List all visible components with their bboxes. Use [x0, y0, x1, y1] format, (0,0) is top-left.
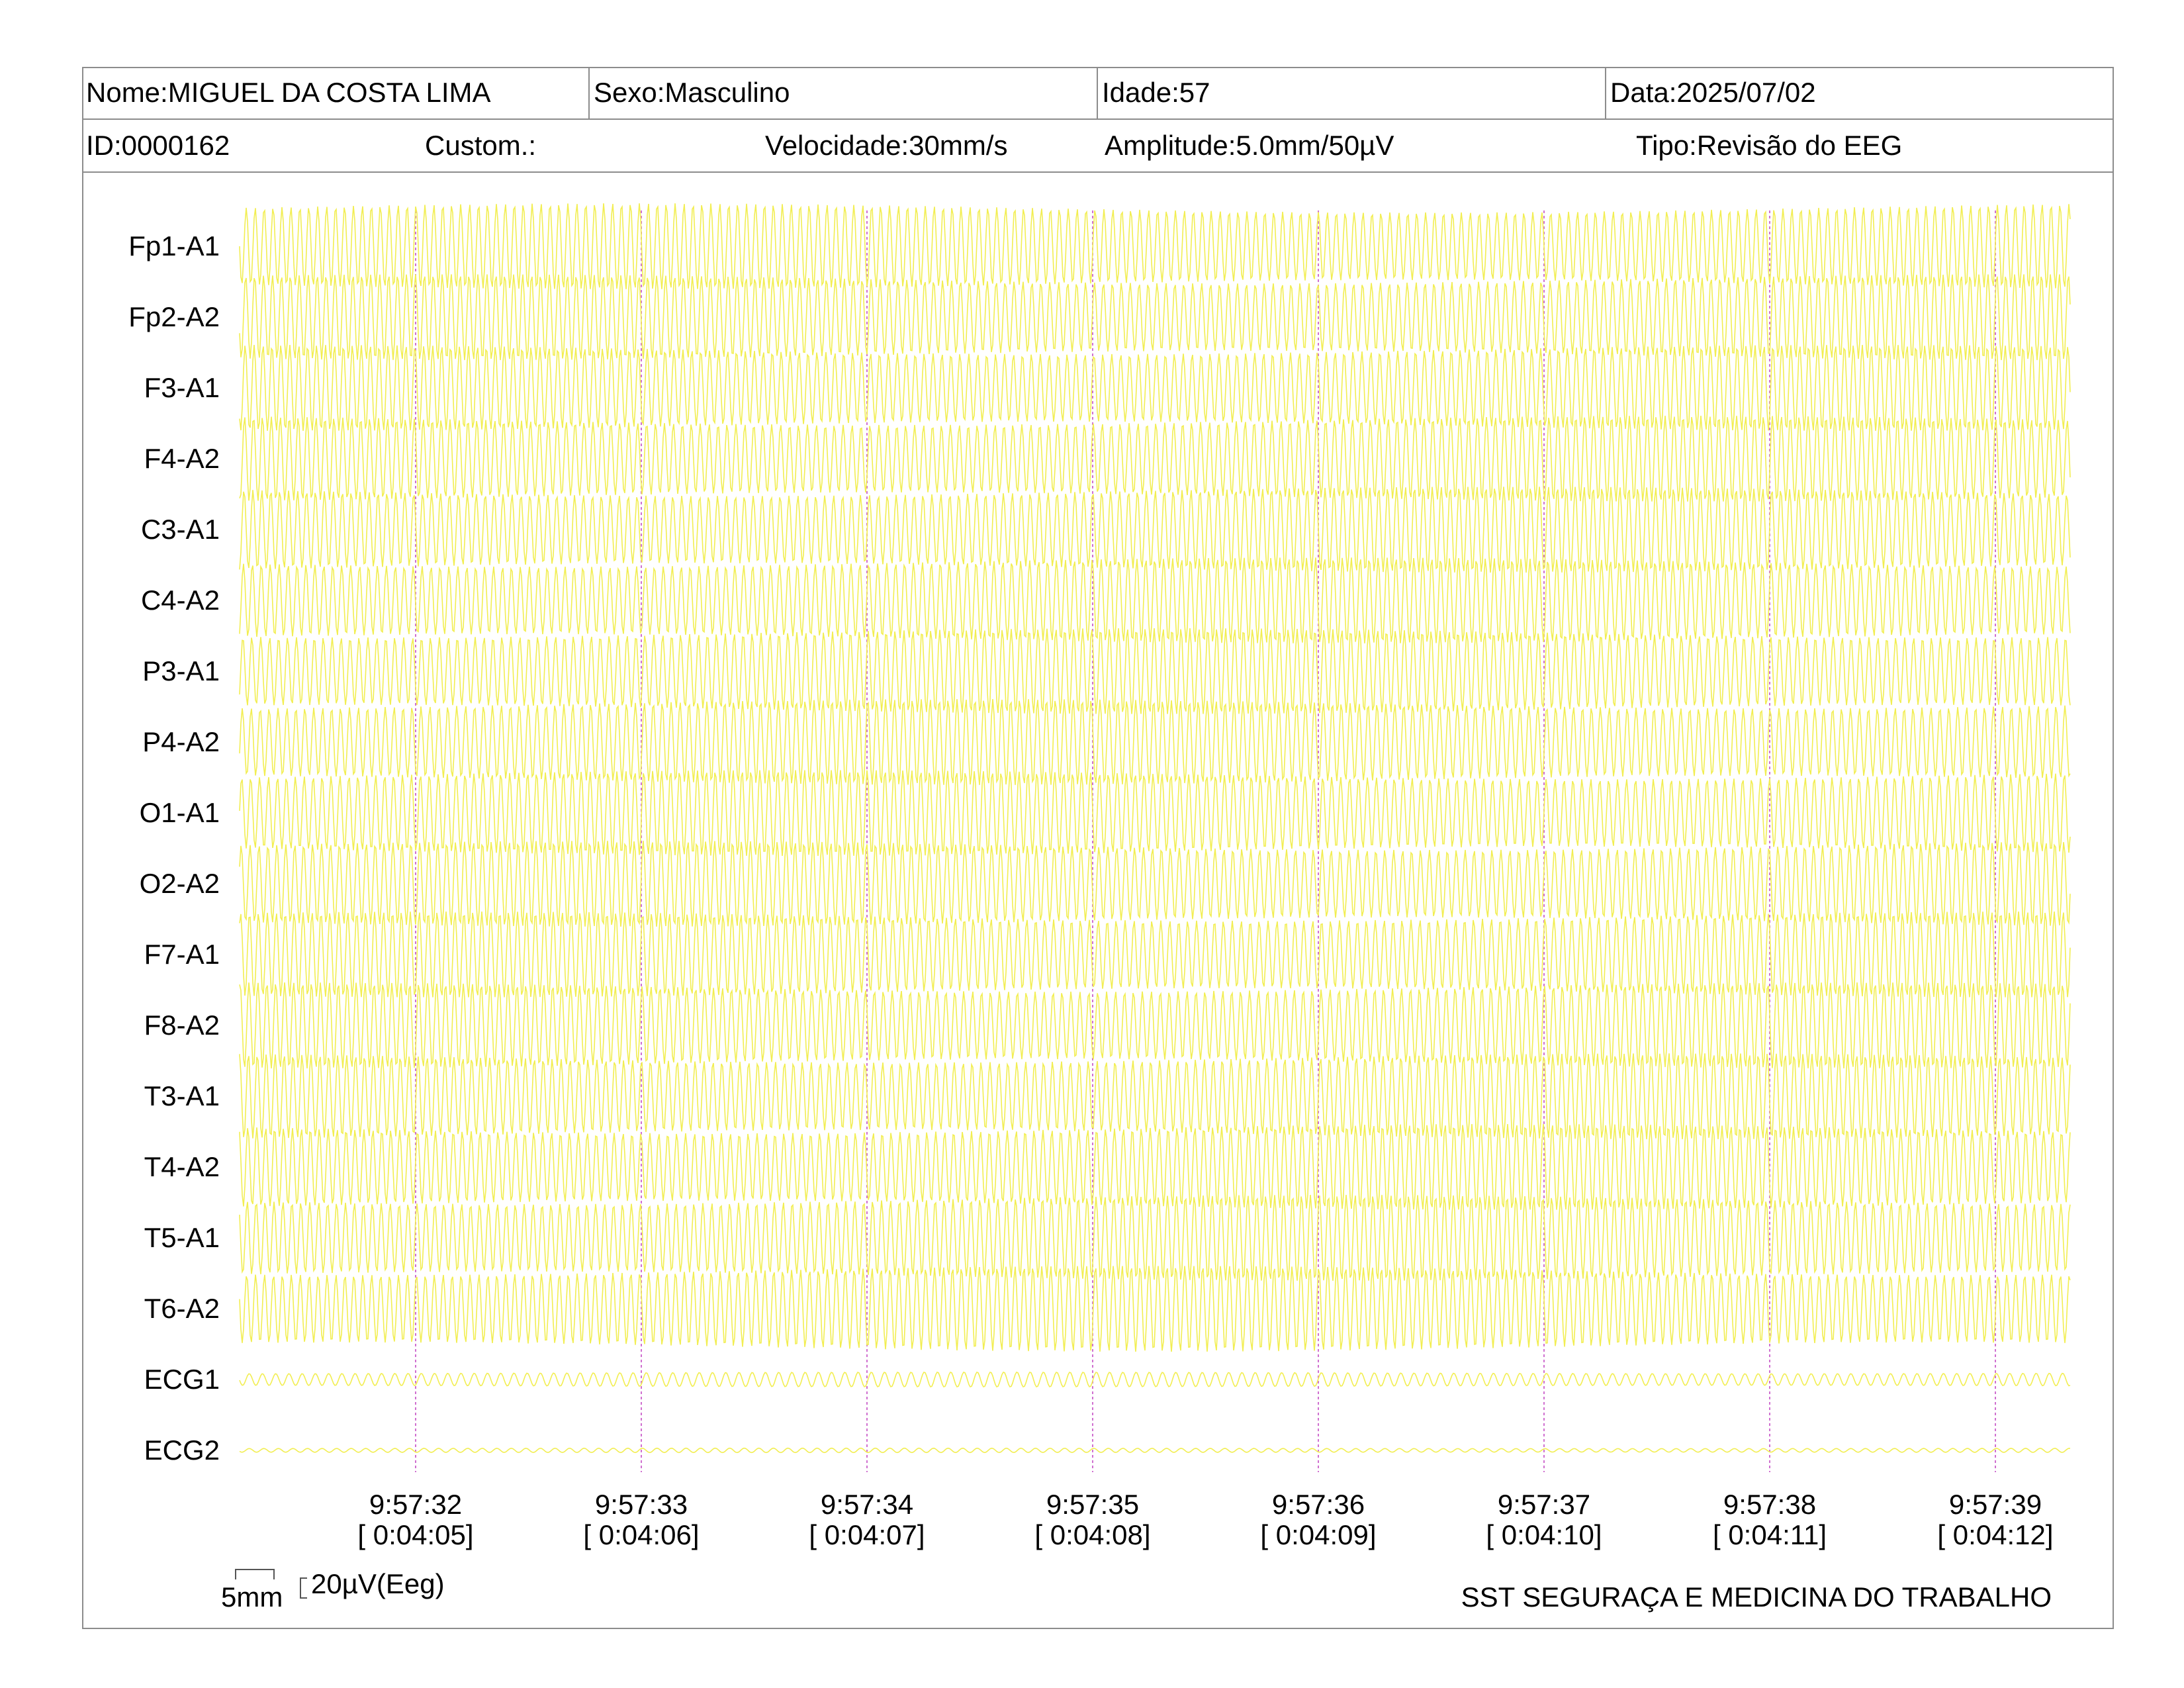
scale-time-label: 5mm: [221, 1581, 283, 1613]
clinic-name: SST SEGURAÇA E MEDICINA DO TRABALHO: [1461, 1581, 2052, 1613]
scale-amp-label: 20µV(Eeg): [311, 1568, 445, 1599]
scale-bar-icon: [235, 1569, 307, 1599]
